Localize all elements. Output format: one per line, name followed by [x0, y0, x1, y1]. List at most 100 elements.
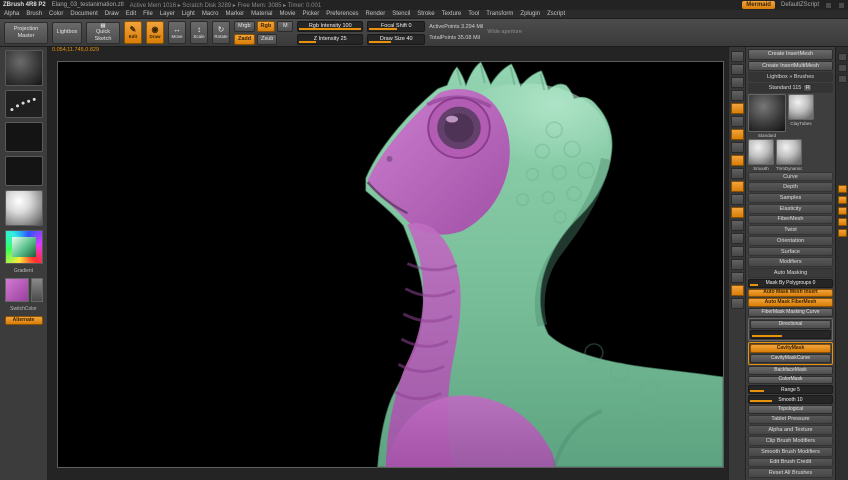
cavity-mask-button[interactable]: CavityMask	[750, 343, 831, 353]
alpha-thumb[interactable]	[4, 122, 43, 152]
brush-thumb-smooth[interactable]	[748, 138, 774, 165]
texture-thumb[interactable]	[4, 156, 43, 186]
menu-zplugin[interactable]: Zplugin	[520, 11, 540, 17]
cavity-mask-curve-button[interactable]: CavityMaskCurve	[750, 353, 831, 363]
color-picker[interactable]	[4, 230, 43, 264]
scale-doc-icon[interactable]	[730, 168, 744, 179]
tray-marker-5-icon[interactable]	[837, 229, 847, 237]
alternate-button[interactable]: Alternate	[4, 316, 43, 325]
topological-button[interactable]: Topological	[748, 404, 833, 414]
menu-material[interactable]: Material	[251, 11, 272, 17]
material-thumb[interactable]	[4, 190, 43, 226]
prev-icon[interactable]	[730, 272, 744, 283]
section-elasticity[interactable]: Elasticity	[748, 203, 833, 214]
tray-pin-icon[interactable]	[837, 64, 847, 72]
directional-slider[interactable]	[750, 329, 831, 339]
section-clip-brush-modifiers[interactable]: Clip Brush Modifiers	[748, 436, 833, 446]
secondary-color-swatch[interactable]	[30, 278, 43, 302]
xyz-icon[interactable]	[730, 298, 744, 309]
projection-master-button[interactable]: Projection Master	[4, 21, 48, 44]
current-brush-thumb[interactable]	[4, 50, 43, 86]
render-icon[interactable]	[730, 64, 744, 75]
menu-render[interactable]: Render	[366, 11, 386, 17]
lightbox-brushes-row[interactable]: Lightbox » Brushes	[748, 72, 833, 83]
bpr-icon[interactable]	[730, 51, 744, 62]
stroke-thumb[interactable]	[4, 90, 43, 118]
quick-sketch-button[interactable]: ▦ Quick Sketch	[86, 21, 120, 44]
section-fibermesh[interactable]: FiberMesh	[748, 214, 833, 225]
menu-stencil[interactable]: Stencil	[392, 11, 410, 17]
section-reset-all-brushes[interactable]: Reset All Brushes	[748, 468, 833, 478]
rgb-intensity-slider[interactable]: Rgb Intensity 100	[297, 20, 364, 32]
actual-icon[interactable]	[730, 207, 744, 218]
switch-color-label[interactable]: SwitchColor	[10, 306, 37, 312]
persp-icon[interactable]	[730, 90, 744, 101]
draw-size-slider[interactable]: Draw Size 40	[367, 33, 426, 45]
rgb-button[interactable]: Rgb	[256, 20, 276, 32]
menu-zscript[interactable]: Zscript	[547, 11, 565, 17]
menu-edit[interactable]: Edit	[126, 11, 136, 17]
fibermask-masking-curve-button[interactable]: FiberMask Masking Curve	[748, 308, 833, 317]
menu-tool[interactable]: Tool	[468, 11, 479, 17]
section-smooth-brush-modifiers[interactable]: Smooth Brush Modifiers	[748, 446, 833, 457]
section-curve[interactable]: Curve	[748, 171, 833, 182]
menu-texture[interactable]: Texture	[442, 11, 462, 17]
menu-brush[interactable]: Brush	[26, 11, 42, 17]
menu-draw[interactable]: Draw	[105, 11, 119, 17]
close-icon[interactable]	[838, 1, 845, 9]
section-tablet-pressure[interactable]: Tablet Pressure	[748, 414, 833, 425]
zoom-icon[interactable]	[730, 194, 744, 205]
section-twist[interactable]: Twist	[748, 225, 833, 235]
menu-file[interactable]: File	[143, 11, 153, 17]
section-samples[interactable]: Samples	[748, 193, 833, 203]
tray-marker-4-icon[interactable]	[837, 218, 847, 226]
floor-icon[interactable]	[730, 103, 744, 114]
directional-button[interactable]: Directional	[750, 319, 831, 329]
zoomdoc-icon[interactable]	[730, 246, 744, 257]
auto-mask-mesh-insert-button[interactable]: Auto Mask Mesh Insert	[748, 288, 833, 298]
minimize-icon[interactable]	[825, 1, 832, 9]
menu-color[interactable]: Color	[49, 11, 63, 17]
lsym-icon[interactable]	[730, 129, 744, 140]
tray-marker-3-icon[interactable]	[837, 207, 847, 215]
brush-thumb-trimdynamic[interactable]	[776, 138, 803, 165]
menu-light[interactable]: Light	[182, 11, 195, 17]
scale-button[interactable]: ↕ Scale	[190, 21, 208, 44]
color-mask-button[interactable]: ColorMask	[748, 375, 833, 385]
next-icon[interactable]	[730, 285, 744, 296]
mrgb-button[interactable]: Mrgb	[234, 20, 255, 32]
section-modifiers[interactable]: Modifiers	[748, 257, 833, 268]
rotate-button[interactable]: ↻ Rotate	[212, 21, 230, 44]
lightbox-button[interactable]: Lightbox	[52, 21, 82, 44]
move-button[interactable]: ↔ Move	[168, 21, 186, 44]
brush-thumb-claytubes[interactable]	[788, 93, 814, 120]
auto-mask-fibermesh-button[interactable]: Auto Mask FiberMesh	[748, 298, 833, 308]
tray-menu-icon[interactable]	[837, 75, 847, 83]
menu-movie[interactable]: Movie	[280, 11, 296, 17]
zscript-chip[interactable]: Mermaid	[742, 1, 775, 9]
edit-button[interactable]: ✎ Edit	[124, 21, 142, 44]
create-insertmesh-button[interactable]: Create InsertMesh	[748, 49, 833, 60]
local-icon[interactable]	[730, 116, 744, 127]
range-slider[interactable]: Range 5	[748, 385, 833, 395]
section-auto-masking[interactable]: Auto Masking	[748, 268, 833, 278]
menu-layer[interactable]: Layer	[160, 11, 175, 17]
current-brush-row[interactable]: Standard 115 R	[748, 83, 833, 93]
color-picker-inner[interactable]	[11, 237, 36, 257]
scroll-icon[interactable]	[730, 233, 744, 244]
polyframe-icon[interactable]	[730, 77, 744, 88]
menu-alpha[interactable]: Alpha	[4, 11, 19, 17]
mask-by-polygroups-slider[interactable]: Mask By Polygroups 0	[748, 278, 833, 288]
canvas-document[interactable]	[57, 61, 724, 468]
section-depth[interactable]: Depth	[748, 182, 833, 193]
section-edit-brush-credit[interactable]: Edit Brush Credit	[748, 457, 833, 468]
smooth-slider[interactable]: Smooth 10	[748, 395, 833, 404]
m-button[interactable]: M	[277, 20, 294, 32]
brush-thumb-current[interactable]	[748, 93, 786, 132]
aahalf-icon[interactable]	[730, 220, 744, 231]
section-orientation[interactable]: Orientation	[748, 236, 833, 246]
menu-document[interactable]: Document	[70, 11, 97, 17]
zadd-button[interactable]: Zadd	[234, 33, 256, 45]
move-doc-icon[interactable]	[730, 155, 744, 166]
frame-icon[interactable]	[730, 142, 744, 153]
